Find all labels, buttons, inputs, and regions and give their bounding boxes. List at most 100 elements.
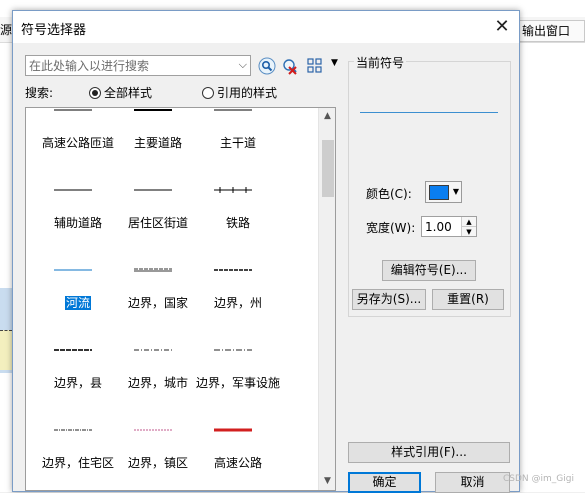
symbol-item-label: 边界，城市 [114,376,202,390]
radio-all-styles-label: 全部样式 [104,86,153,100]
scroll-thumb[interactable] [322,140,334,197]
symbol-item-text: 边界，住宅区 [41,456,114,470]
background-left-tab[interactable]: 源 [0,20,12,40]
cancel-button[interactable]: 取消 [435,472,510,493]
edit-symbol-button[interactable]: 编辑符号(E)... [382,260,476,281]
symbol-item[interactable]: 主干道 [198,108,278,186]
symbol-line-icon [134,268,172,272]
symbol-list[interactable]: 高速公路匝道 主要道路 主干道 辅助道路 居住区街道 铁路 河流 边界，国家 边界，州 边界，县边… [25,107,336,491]
symbol-item[interactable]: 边界，住宅区 [38,426,118,490]
color-dropdown-icon: ▼ [452,187,459,196]
search-box[interactable]: ⌵ [25,55,251,76]
symbol-item-label: 边界，军事设施 [194,376,282,390]
symbol-line-icon [214,349,252,351]
symbol-item-text: 主干道 [219,136,256,150]
symbol-line-icon [214,187,252,193]
symbol-line-icon [134,189,172,191]
symbol-item[interactable]: 主要道路 [118,108,198,186]
radio-referenced-styles-label: 引用的样式 [217,86,278,100]
current-symbol-title: 当前符号 [354,54,407,71]
dialog-titlebar[interactable]: 符号选择器 ✕ [13,11,519,43]
symbol-item-text: 边界，州 [213,296,262,310]
watermark: CSDN @im_Gigi [503,474,574,484]
search-scope-label: 搜索: [25,86,54,100]
symbol-line-icon [134,349,172,351]
radio-all-styles[interactable]: 全部样式 [89,84,152,101]
symbol-item-text: 边界，县 [53,376,102,390]
width-decrease-icon[interactable]: ▼ [461,226,476,236]
symbol-line-icon [214,269,252,271]
scroll-down-icon[interactable]: ▼ [319,473,335,490]
symbol-item[interactable]: 边界，县 [38,346,118,426]
symbol-item-label: 边界，住宅区 [34,456,122,470]
dialog-title: 符号选择器 [21,23,87,38]
symbol-item[interactable]: 边界，军事设施 [196,346,280,426]
reset-button[interactable]: 重置(R) [432,289,504,310]
symbol-line-icon [54,189,92,191]
symbol-line-icon [214,428,252,432]
symbol-item[interactable]: 边界，州 [198,266,278,346]
symbol-line-icon [54,429,92,431]
symbol-item[interactable]: 边界，镇区 [118,426,198,490]
ok-button[interactable]: 确定 [348,472,421,493]
symbol-item-text: 边界，城市 [127,376,188,390]
search-dropdown-icon[interactable]: ⌵ [239,58,247,72]
symbol-item-label: 河流 [34,296,122,310]
style-reference-button[interactable]: 样式引用(F)... [348,442,510,463]
symbol-item[interactable]: 边界，城市 [118,346,198,426]
symbol-item-label: 边界，县 [34,376,122,390]
symbol-line-icon [134,429,172,431]
output-window-tab[interactable]: 输出窗口 [518,20,585,42]
symbol-item-text: 铁路 [225,216,250,230]
symbol-item-text: 边界，军事设施 [195,376,280,390]
radio-referenced-styles[interactable]: 引用的样式 [202,84,277,101]
symbol-item-label: 高速公路 [194,456,282,470]
width-value[interactable]: 1.00 [425,220,452,234]
symbol-line-icon [54,109,92,111]
symbol-item-text: 高速公路 [213,456,262,470]
symbol-item-text: 边界，国家 [127,296,188,310]
symbol-item-text: 辅助道路 [53,216,102,230]
radio-selected-icon[interactable] [89,86,101,99]
color-picker-button[interactable]: ▼ [425,181,462,203]
symbol-item-text: 主要道路 [133,136,182,150]
symbol-item-text: 高速公路匝道 [41,136,114,150]
close-button[interactable]: ✕ [485,11,519,43]
background-map-region [0,330,12,370]
symbol-item-label: 边界，镇区 [114,456,202,470]
symbol-item-text: 边界，镇区 [127,456,188,470]
width-stepper[interactable]: 1.00 ▲ ▼ [421,216,477,237]
color-swatch [429,185,449,200]
symbol-item[interactable]: 边界，国家 [118,266,198,346]
symbol-selector-dialog: 符号选择器 ✕ ⌵ ▼ 搜索: 全部样式 [12,10,520,493]
symbol-item-label: 边界，国家 [114,296,202,310]
symbol-item[interactable]: 居住区街道 [118,186,198,266]
symbol-line-icon [54,269,92,271]
symbol-item-text: 河流 [64,296,91,310]
scroll-up-icon[interactable]: ▲ [319,108,335,125]
symbol-item[interactable]: 河流 [38,266,118,346]
symbol-item[interactable]: 辅助道路 [38,186,118,266]
symbol-item-text: 居住区街道 [127,216,188,230]
symbol-line-icon [54,349,92,351]
background-panel [518,43,585,492]
symbol-item-label: 高速公路匝道 [34,136,122,150]
symbol-item[interactable]: 高速公路匝道 [38,108,118,186]
vertical-scrollbar[interactable]: ▲ ▼ [318,108,335,490]
symbol-line-icon [214,109,252,111]
search-icon[interactable] [257,56,277,76]
save-as-button[interactable]: 另存为(S)... [352,289,426,310]
radio-unselected-icon[interactable] [202,86,214,99]
symbol-line-icon [134,109,172,111]
symbol-item[interactable]: 铁路 [198,186,278,266]
symbol-item-label: 辅助道路 [34,216,122,230]
view-options-dropdown-icon[interactable]: ▼ [331,58,338,68]
view-options-icon[interactable] [306,56,326,76]
symbol-item-label: 主要道路 [114,136,202,150]
symbol-item-label: 边界，州 [194,296,282,310]
symbol-item-label: 居住区街道 [114,216,202,230]
clear-search-icon[interactable] [280,56,300,76]
color-label: 颜色(C): [366,187,412,201]
search-input[interactable] [26,56,231,75]
symbol-item[interactable]: 高速公路 [198,426,278,490]
